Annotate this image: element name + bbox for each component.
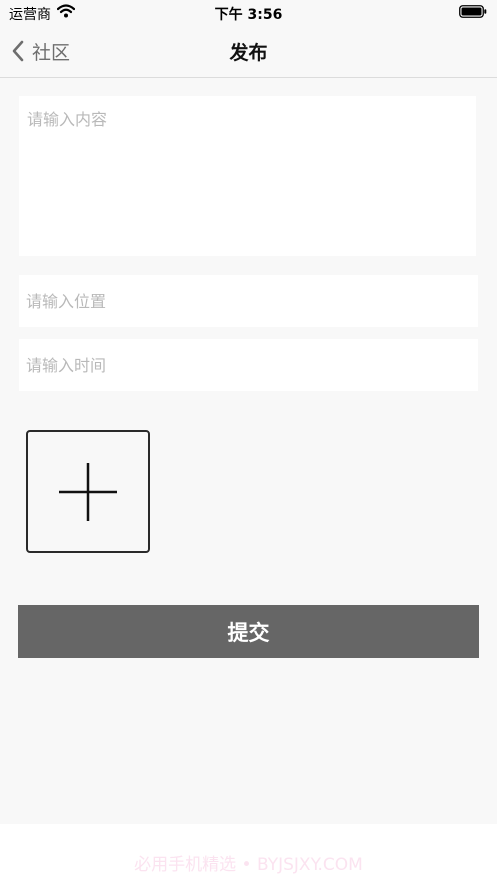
navigation-bar: 社区 发布 bbox=[0, 26, 497, 78]
location-input[interactable] bbox=[19, 275, 478, 327]
status-time: 下午 3:56 bbox=[214, 7, 283, 23]
plus-icon bbox=[59, 463, 117, 521]
submit-button[interactable]: 提交 bbox=[18, 605, 479, 658]
battery-icon bbox=[459, 5, 487, 22]
status-bar: 运营商 下午 3:56 bbox=[0, 0, 497, 26]
page-title: 发布 bbox=[229, 42, 268, 64]
time-input[interactable] bbox=[19, 339, 478, 391]
watermark: 必用手机精选 • BYJSJXY.COM bbox=[134, 855, 363, 875]
add-image-button[interactable] bbox=[26, 430, 150, 553]
content-input[interactable] bbox=[19, 96, 476, 256]
